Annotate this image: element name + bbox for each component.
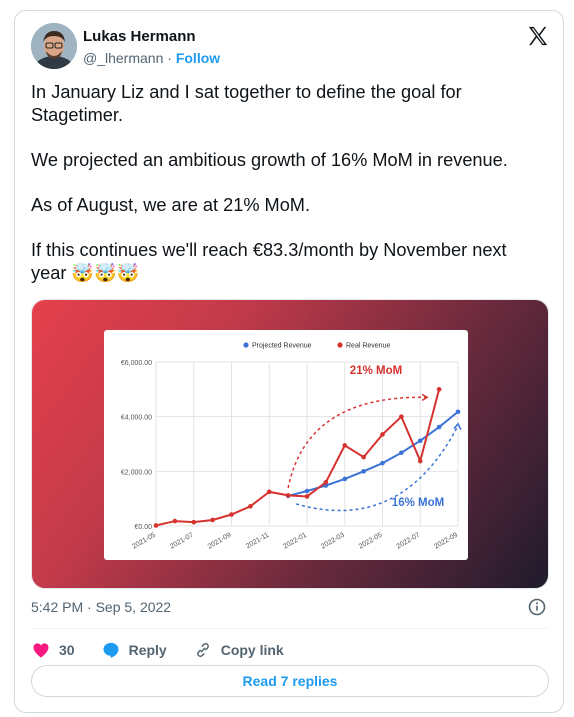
tweet-card: Lukas Hermann @_lhermann · Follow In Jan… xyxy=(14,10,564,713)
legend-marker xyxy=(243,342,249,348)
tweet-paragraph: We projected an ambitious growth of 16% … xyxy=(31,150,508,170)
info-icon[interactable] xyxy=(527,597,547,617)
annotation-label: 21% MoM xyxy=(350,365,402,377)
data-point xyxy=(266,489,272,495)
data-point xyxy=(285,493,291,498)
annotation-label: 16% MoM xyxy=(392,497,444,509)
data-point xyxy=(323,479,329,485)
revenue-chart-panel: €0.00 €2,000.00 €4,000.00 €6,000.00 2021-05 2… xyxy=(104,330,468,560)
copy-link-label: Copy link xyxy=(220,642,284,658)
y-tick-label: €2,000.00 xyxy=(121,469,152,476)
data-point xyxy=(342,476,348,482)
x-tick-label: 2021-07 xyxy=(169,532,195,551)
author-name[interactable]: Lukas Hermann xyxy=(83,28,196,45)
legend-marker xyxy=(337,342,343,348)
data-point xyxy=(455,409,461,415)
reply-icon xyxy=(103,642,119,658)
data-point xyxy=(304,494,310,499)
revenue-chart: €0.00 €2,000.00 €4,000.00 €6,000.00 2021-05 2… xyxy=(121,342,462,551)
data-point xyxy=(304,488,310,494)
data-point xyxy=(342,443,348,448)
like-button[interactable]: 30 xyxy=(31,640,75,660)
action-bar: 30 Reply Copy link xyxy=(31,635,310,665)
tweet-text: In January Liz and I sat together to def… xyxy=(31,81,531,285)
tweet-media-image[interactable]: €0.00 €2,000.00 €4,000.00 €6,000.00 2021-05 2… xyxy=(31,299,549,589)
data-point xyxy=(172,518,178,524)
data-point xyxy=(210,517,215,523)
follow-button[interactable]: Follow xyxy=(176,50,220,66)
x-tick-label: 2022-03 xyxy=(320,532,346,551)
data-point xyxy=(380,432,385,437)
tweet-timestamp[interactable]: 5:42 PM · Sep 5, 2022 xyxy=(31,599,171,615)
x-tick-label: 2021-05 xyxy=(131,532,157,551)
data-point xyxy=(361,454,366,460)
data-point xyxy=(436,424,442,430)
y-tick-label: €6,000.00 xyxy=(121,360,152,367)
divider xyxy=(31,628,549,629)
tweet-paragraph: As of August, we are at 21% MoM. xyxy=(31,195,311,215)
like-count: 30 xyxy=(59,642,75,658)
x-tick-label: 2022-09 xyxy=(433,532,459,551)
reply-label: Reply xyxy=(128,642,167,658)
x-logo-icon[interactable] xyxy=(527,25,549,47)
data-point xyxy=(248,504,253,509)
avatar[interactable] xyxy=(31,23,77,69)
x-tick-label: 2022-05 xyxy=(358,532,384,551)
data-point xyxy=(361,469,366,474)
heart-icon xyxy=(33,643,49,658)
y-tick-label: €0.00 xyxy=(134,524,152,531)
x-tick-label: 2022-01 xyxy=(282,532,308,551)
y-tick-label: €4,000.00 xyxy=(121,415,152,422)
author-handle-row: @_lhermann · Follow xyxy=(83,50,220,66)
data-point xyxy=(380,460,385,466)
reply-button[interactable]: Reply xyxy=(101,640,167,660)
tweet-paragraph: If this continues we'll reach €83.3/mont… xyxy=(31,240,507,283)
data-point xyxy=(399,450,404,456)
link-icon xyxy=(196,643,209,657)
data-point xyxy=(436,387,442,392)
data-point xyxy=(417,458,423,464)
x-tick-label: 2022-07 xyxy=(395,532,421,551)
x-tick-label: 2021-09 xyxy=(207,532,233,551)
author-handle[interactable]: @_lhermann xyxy=(83,50,163,66)
tweet-paragraph: In January Liz and I sat together to def… xyxy=(31,82,462,125)
x-tick-label: 2021-11 xyxy=(245,532,270,551)
copy-link-button[interactable]: Copy link xyxy=(193,640,284,660)
data-point xyxy=(153,523,159,528)
data-point xyxy=(399,414,404,419)
data-point xyxy=(229,512,234,517)
series-line xyxy=(287,410,459,497)
legend-label: Real Revenue xyxy=(346,343,390,350)
data-point xyxy=(417,438,423,444)
read-replies-button[interactable]: Read 7 replies xyxy=(31,665,549,697)
separator-dot: · xyxy=(167,50,172,66)
data-point xyxy=(191,519,197,525)
avatar-photo xyxy=(31,23,77,69)
legend-label: Projected Revenue xyxy=(252,343,312,350)
